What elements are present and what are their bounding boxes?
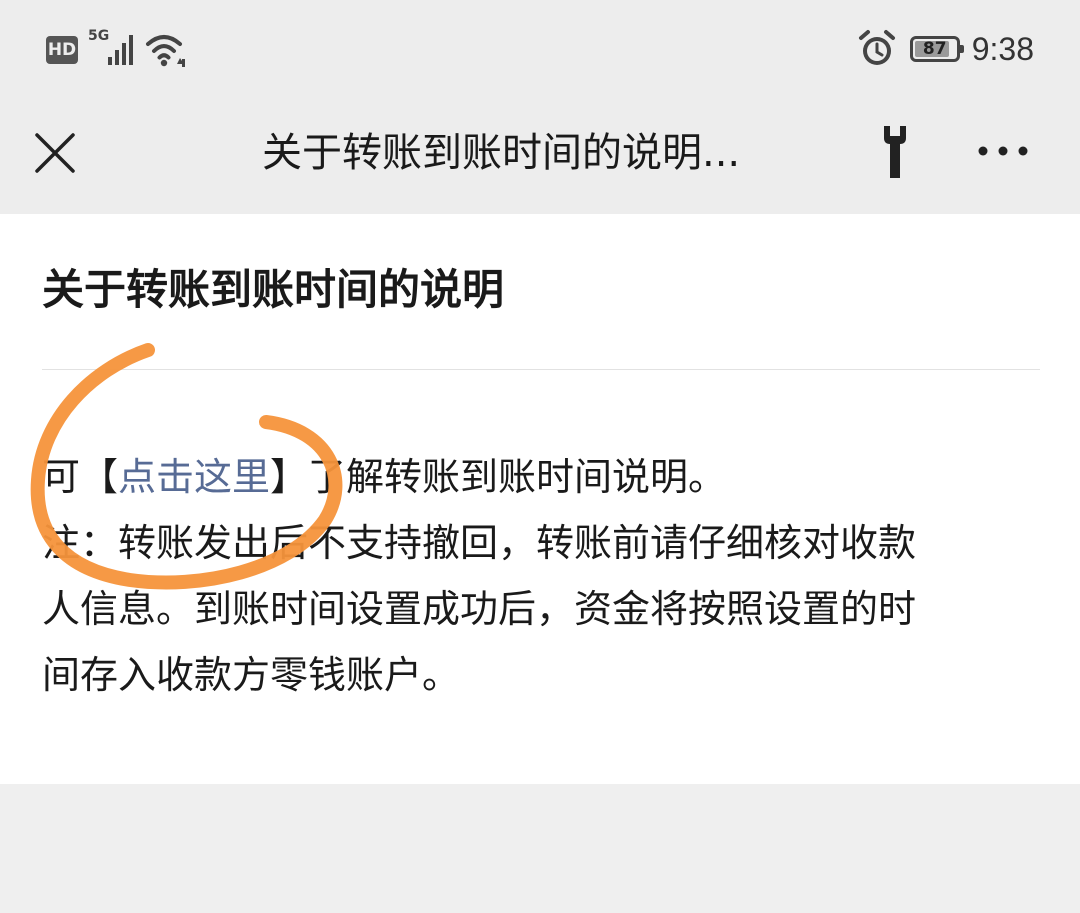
note-line-3: 间存入收款方零钱账户。	[42, 653, 461, 697]
more-icon[interactable]	[972, 136, 1034, 166]
line1-prefix: 可【	[42, 455, 119, 499]
status-right: 87 9:38	[858, 26, 1034, 72]
signal-5g-icon: 5G	[88, 28, 134, 70]
battery-tip	[959, 45, 964, 53]
status-bar: HD 5G 87 9:38	[0, 0, 1080, 100]
close-icon[interactable]	[32, 130, 78, 176]
note-line-2: 人信息。到账时间设置成功后，资金将按照设置的时	[42, 587, 917, 631]
click-here-link[interactable]: 点击这里	[118, 455, 270, 499]
divider	[42, 369, 1040, 370]
status-left: HD 5G	[46, 28, 188, 70]
hd-icon: HD	[46, 36, 78, 64]
nav-bar: 关于转账到账时间的说明...	[0, 100, 1080, 214]
article-content: 关于转账到账时间的说明 可【点击这里】了解转账到账时间说明。 注：转账发出后不支…	[0, 214, 1080, 784]
alarm-icon	[858, 29, 896, 69]
note-line-1: 注：转账发出后不支持撤回，转账前请仔细核对收款	[42, 521, 917, 565]
wrench-icon[interactable]	[872, 122, 918, 182]
wifi-icon	[144, 30, 188, 70]
article-body: 可【点击这里】了解转账到账时间说明。 注：转账发出后不支持撤回，转账前请仔细核对…	[42, 444, 1052, 708]
nav-title: 关于转账到账时间的说明...	[262, 130, 741, 176]
article-title: 关于转账到账时间的说明	[42, 265, 505, 314]
status-time: 9:38	[971, 30, 1034, 67]
article-line-1: 可【点击这里】了解转账到账时间说明。	[42, 444, 1052, 510]
battery-icon: 87	[909, 36, 964, 62]
battery-level: 87	[922, 39, 947, 59]
line1-suffix: 】了解转账到账时间说明。	[270, 455, 727, 499]
